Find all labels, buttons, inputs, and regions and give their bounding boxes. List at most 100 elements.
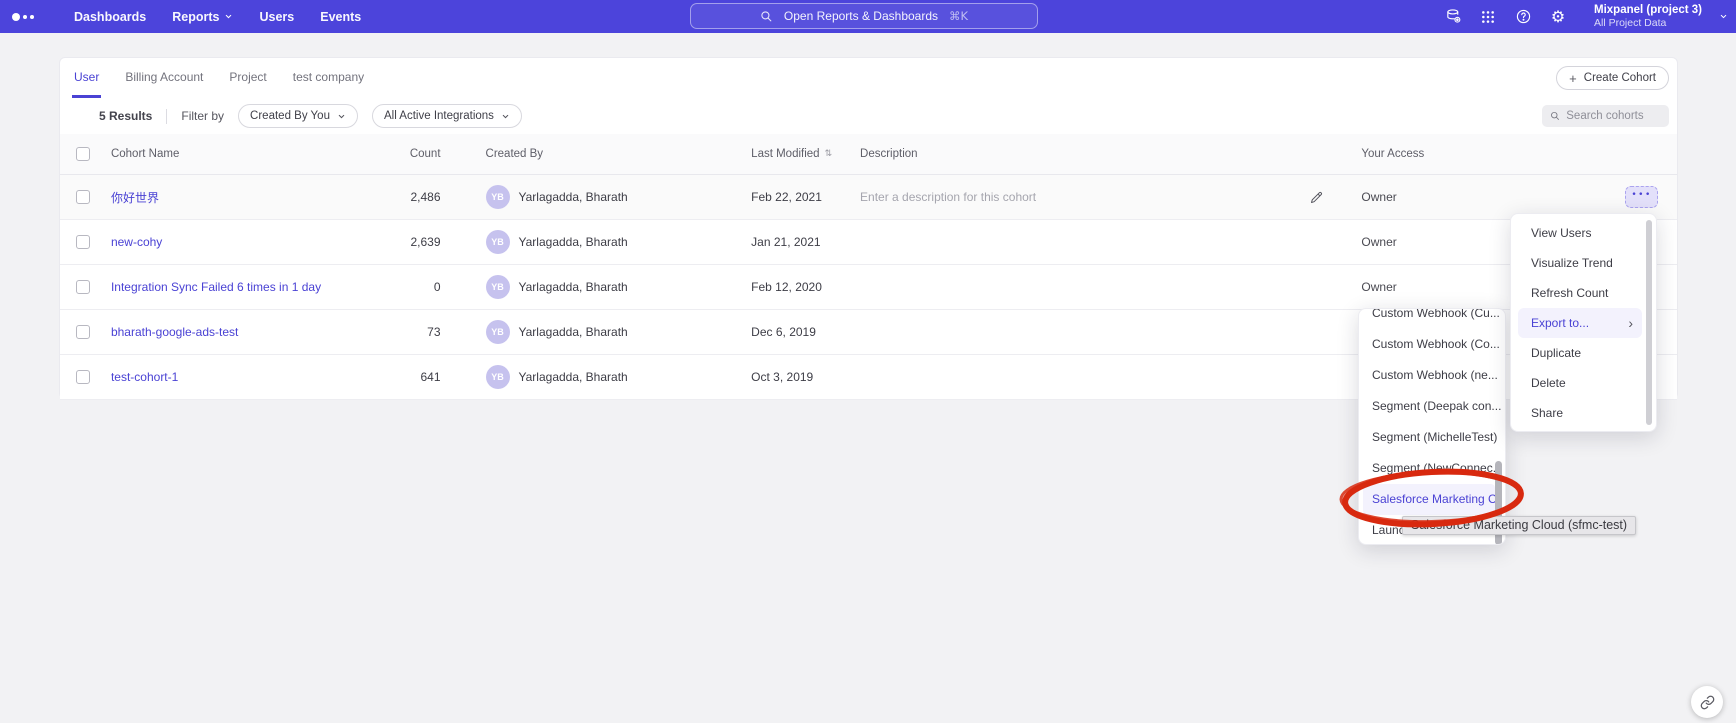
menu-item-visualize-trend[interactable]: Visualize Trend [1511, 248, 1656, 278]
cohort-search-input[interactable] [1566, 110, 1661, 122]
menu-item-delete[interactable]: Delete [1511, 368, 1656, 398]
menu-item-export-to[interactable]: Export to... › [1518, 308, 1642, 338]
row-actions-button[interactable]: ••• [1625, 186, 1658, 208]
plus-icon: + [1569, 72, 1577, 85]
last-modified-date: Feb 22, 2021 [751, 190, 860, 204]
menu-item-share[interactable]: Share [1511, 398, 1656, 428]
project-selector[interactable]: Mixpanel (project 3) All Project Data [1594, 4, 1702, 29]
cohort-count: 641 [381, 370, 441, 384]
project-name: Mixpanel (project 3) [1594, 4, 1702, 17]
submenu-item-segment-michelletest[interactable]: Segment (MichelleTest) [1359, 422, 1505, 453]
nav-item-events[interactable]: Events [320, 10, 361, 24]
apps-grid-icon[interactable] [1479, 8, 1497, 26]
description-placeholder[interactable]: Enter a description for this cohort [860, 190, 1309, 204]
row-checkbox[interactable] [76, 280, 90, 294]
cohort-name-link[interactable]: Integration Sync Failed 6 times in 1 day [111, 280, 321, 294]
row-checkbox[interactable] [76, 190, 90, 204]
chevron-down-icon [337, 112, 346, 121]
nav-item-reports-label: Reports [172, 10, 219, 24]
table-header-row: Cohort Name Count Created By Last Modifi… [60, 134, 1677, 175]
tab-billing-account[interactable]: Billing Account [123, 58, 205, 98]
project-scope: All Project Data [1594, 17, 1702, 29]
tab-test-company[interactable]: test company [291, 58, 366, 98]
created-by-filter-dropdown[interactable]: Created By You [238, 104, 358, 128]
avatar: YB [486, 365, 510, 389]
export-to-label: Export to... [1531, 316, 1589, 330]
created-by-name: Yarlagadda, Bharath [519, 235, 628, 249]
submenu-item-segment-newconnec[interactable]: Segment (NewConnec... [1359, 453, 1505, 484]
project-chevron-down-icon[interactable] [1719, 12, 1728, 21]
edit-pencil-icon[interactable] [1309, 190, 1324, 205]
chevron-down-icon [501, 112, 510, 121]
created-by-name: Yarlagadda, Bharath [519, 190, 628, 204]
submenu-item-custom-webhook-3[interactable]: Custom Webhook (ne... [1359, 360, 1505, 391]
row-checkbox[interactable] [76, 325, 90, 339]
data-management-icon[interactable] [1444, 8, 1462, 26]
avatar: YB [486, 185, 510, 209]
header-last-modified[interactable]: Last Modified ⇅ [751, 148, 860, 160]
create-cohort-label: Create Cohort [1584, 72, 1656, 84]
last-modified-date: Oct 3, 2019 [751, 370, 860, 384]
cohort-name-link[interactable]: new-cohy [111, 235, 162, 249]
select-all-checkbox[interactable] [76, 147, 90, 161]
integrations-filter-label: All Active Integrations [384, 110, 494, 122]
created-by-name: Yarlagadda, Bharath [519, 280, 628, 294]
cohort-count: 2,639 [381, 235, 441, 249]
global-search-button[interactable]: Open Reports & Dashboards ⌘K [690, 3, 1038, 29]
row-checkbox[interactable] [76, 235, 90, 249]
mixpanel-logo-icon[interactable] [12, 13, 34, 21]
cohort-count: 73 [381, 325, 441, 339]
tab-user[interactable]: User [72, 58, 101, 98]
submenu-item-salesforce-marketing-cloud[interactable]: Salesforce Marketing C... [1363, 484, 1495, 515]
search-icon [760, 10, 773, 23]
row-checkbox[interactable] [76, 370, 90, 384]
export-destinations-submenu: Custom Webhook (Cu... Custom Webhook (Co… [1358, 308, 1506, 545]
settings-gear-icon[interactable]: ⚙ [1549, 8, 1567, 26]
avatar: YB [486, 275, 510, 299]
last-modified-date: Dec 6, 2019 [751, 325, 860, 339]
table-row: new-cohy 2,639 YB Yarlagadda, Bharath Ja… [60, 220, 1677, 265]
menu-scrollbar[interactable] [1646, 220, 1652, 425]
tab-project[interactable]: Project [227, 58, 268, 98]
access-level: Owner [1343, 190, 1607, 204]
header-created-by[interactable]: Created By [441, 148, 752, 160]
help-icon[interactable] [1514, 8, 1532, 26]
header-last-modified-label: Last Modified [751, 148, 819, 160]
submenu-item-segment-deepak[interactable]: Segment (Deepak con... [1359, 391, 1505, 422]
row-context-menu: View Users Visualize Trend Refresh Count… [1510, 213, 1657, 432]
cohort-count: 0 [381, 280, 441, 294]
global-search-label: Open Reports & Dashboards [784, 9, 938, 23]
link-icon [1700, 695, 1715, 710]
create-cohort-button[interactable]: + Create Cohort [1556, 66, 1669, 90]
filter-bar: 5 Results Filter by Created By You All A… [60, 98, 1677, 134]
submenu-item-custom-webhook-1[interactable]: Custom Webhook (Cu... [1359, 308, 1505, 329]
menu-item-view-users[interactable]: View Users [1511, 218, 1656, 248]
last-modified-date: Feb 12, 2020 [751, 280, 860, 294]
created-by-filter-label: Created By You [250, 110, 330, 122]
salesforce-tooltip: Salesforce Marketing Cloud (sfmc-test) [1402, 516, 1636, 535]
table-row: 你好世界 2,486 YB Yarlagadda, Bharath Feb 22… [60, 175, 1677, 220]
submenu-item-custom-webhook-2[interactable]: Custom Webhook (Co... [1359, 329, 1505, 360]
cohort-name-link[interactable]: test-cohort-1 [111, 370, 178, 384]
nav-item-reports[interactable]: Reports [172, 10, 233, 24]
header-cohort-name[interactable]: Cohort Name [106, 148, 381, 160]
cohort-type-tabs: User Billing Account Project test compan… [60, 58, 1677, 98]
filter-by-label: Filter by [181, 109, 224, 123]
search-icon [1550, 110, 1560, 122]
menu-item-duplicate[interactable]: Duplicate [1511, 338, 1656, 368]
last-modified-date: Jan 21, 2021 [751, 235, 860, 249]
created-by-name: Yarlagadda, Bharath [519, 370, 628, 384]
copy-link-button[interactable] [1691, 686, 1723, 718]
created-by-name: Yarlagadda, Bharath [519, 325, 628, 339]
nav-item-users[interactable]: Users [259, 10, 294, 24]
integrations-filter-dropdown[interactable]: All Active Integrations [372, 104, 522, 128]
menu-item-refresh-count[interactable]: Refresh Count [1511, 278, 1656, 308]
cohort-name-link[interactable]: 你好世界 [111, 191, 159, 205]
submenu-chevron-right-icon: › [1628, 308, 1633, 338]
cohort-name-link[interactable]: bharath-google-ads-test [111, 325, 238, 339]
cohort-search-box [1542, 105, 1669, 127]
header-description: Description [860, 148, 1309, 160]
header-count[interactable]: Count [381, 148, 441, 160]
header-your-access: Your Access [1343, 148, 1607, 160]
nav-item-dashboards[interactable]: Dashboards [74, 10, 146, 24]
